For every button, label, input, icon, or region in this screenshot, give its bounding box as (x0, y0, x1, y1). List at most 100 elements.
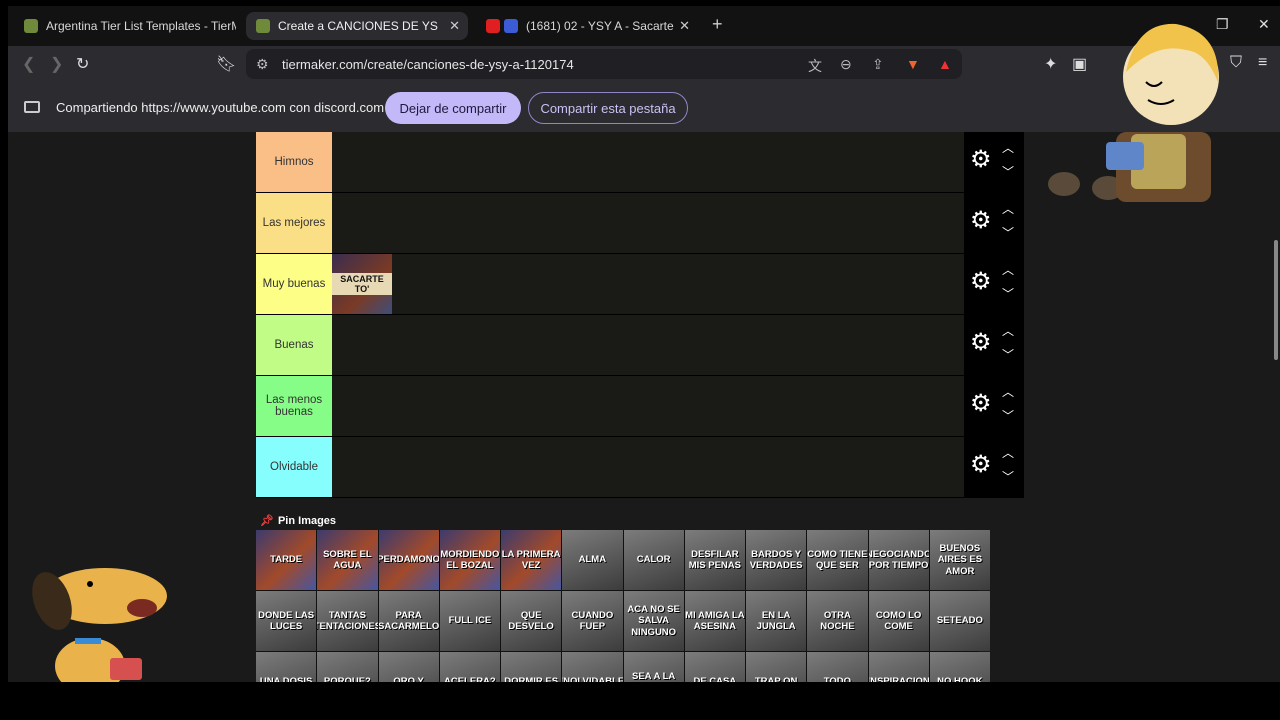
pool-image-card[interactable]: TANTAS TENTACIONES (317, 591, 378, 651)
chevron-down-icon[interactable]: ﹀ (1002, 163, 1014, 180)
pool-image-card[interactable]: MI AMIGA LA ASESINA (684, 591, 745, 651)
chevron-down-icon[interactable]: ﹀ (1002, 285, 1014, 302)
pool-image-card[interactable]: DESFILAR MIS PENAS (684, 530, 745, 590)
tab-create-canciones[interactable]: Create a CANCIONES DE YSY A T ✕ (246, 12, 468, 40)
pool-image-text: ORO Y (393, 676, 424, 682)
pool-image-card[interactable]: ORO Y (378, 652, 439, 682)
translate-icon[interactable]: 文 (808, 56, 822, 76)
gear-icon[interactable]: ⚙ (970, 392, 992, 416)
chevron-up-icon[interactable]: ︿ (1002, 200, 1014, 217)
pool-image-card[interactable]: QUE DESVELO (501, 591, 562, 651)
pool-image-card[interactable]: CALOR (623, 530, 684, 590)
back-icon[interactable]: ❮ (22, 54, 35, 74)
pool-image-card[interactable]: ALMA (562, 530, 623, 590)
pool-image-card[interactable]: UNA DOSIS (256, 652, 317, 682)
pool-image-card[interactable]: DORMIR ES (501, 652, 562, 682)
pool-image-card[interactable]: ACELERA? (439, 652, 500, 682)
vpn-icon[interactable]: ⛉ (1230, 54, 1242, 72)
chevron-up-icon[interactable]: ︿ (1002, 261, 1014, 278)
pool-image-card[interactable]: CUANDO FUEP (562, 591, 623, 651)
menu-icon[interactable]: ≡ (1258, 54, 1267, 72)
pool-image-text: TODO (823, 676, 852, 682)
tier-label[interactable]: Buenas (256, 315, 332, 375)
pool-image-card[interactable]: EN LA JUNGLA (746, 591, 807, 651)
pool-image-text: PERDAMONO (378, 554, 439, 566)
chevron-down-icon[interactable]: ﹀ (1002, 224, 1014, 241)
pool-image-text: LA PRIMERA VEZ (501, 548, 561, 571)
tier-label[interactable]: Himnos (256, 132, 332, 192)
pool-image-card[interactable]: SEA A LA HORA (623, 652, 684, 682)
address-bar[interactable]: ⚙ tiermaker.com/create/canciones-de-ysy-… (246, 49, 962, 79)
chevron-down-icon[interactable]: ﹀ (1002, 346, 1014, 363)
tier-item-image[interactable]: SACARTE TO' (332, 254, 392, 314)
close-tab-icon[interactable]: ✕ (679, 18, 690, 34)
tier-label[interactable]: Olvidable (256, 437, 332, 497)
tier-drop-zone[interactable] (332, 132, 964, 192)
pool-image-card[interactable]: MORDIENDO EL BOZAL (439, 530, 500, 590)
pool-image-card[interactable]: TRAP ON (746, 652, 807, 682)
close-tab-icon[interactable]: ✕ (449, 18, 460, 34)
pool-image-card[interactable]: LA PRIMERA VEZ (501, 530, 562, 590)
share-status-text: Compartiendo https://www.youtube.com con… (56, 100, 385, 115)
pool-image-card[interactable]: SETEADO (929, 591, 990, 651)
chevron-up-icon[interactable]: ︿ (1002, 444, 1014, 461)
gear-icon[interactable]: ⚙ (970, 453, 992, 477)
pool-image-card[interactable]: TODO (807, 652, 868, 682)
pool-image-card[interactable]: ACA NO SE SALVA NINGUNO (623, 591, 684, 651)
brave-shield-icon[interactable]: ▼ (906, 56, 920, 72)
new-tab-icon[interactable]: + (712, 14, 723, 35)
pool-image-card[interactable]: FULL ICE (439, 591, 500, 651)
pool-image-text: SEA A LA HORA (631, 670, 676, 682)
site-info-icon[interactable]: ⚙ (256, 56, 269, 73)
stop-sharing-button[interactable]: Dejar de compartir (385, 92, 521, 124)
tier-label[interactable]: Las mejores (256, 193, 332, 253)
tab-argentina[interactable]: Argentina Tier List Templates - TierM (14, 12, 242, 40)
bookmark-icon[interactable]: 🔖︎ (216, 54, 236, 74)
pool-image-card[interactable]: PERDAMONO (378, 530, 439, 590)
pool-image-card[interactable]: INSPIRACION (868, 652, 929, 682)
forward-icon[interactable]: ❯ (50, 54, 63, 74)
page-scrollbar[interactable] (1274, 240, 1278, 360)
pool-image-card[interactable]: BARDOS Y VERDADES (746, 530, 807, 590)
chevron-down-icon[interactable]: ﹀ (1002, 407, 1014, 424)
tiermaker-favicon-icon (24, 19, 38, 33)
reload-icon[interactable]: ↻ (76, 54, 89, 74)
pool-image-card[interactable]: PARA SACARMELO (378, 591, 439, 651)
pool-image-text: TARDE (270, 554, 303, 566)
tier-drop-zone[interactable] (332, 437, 964, 497)
tier-drop-zone[interactable]: SACARTE TO' (332, 254, 964, 314)
zoom-icon[interactable]: ⊖ (840, 56, 852, 73)
tier-drop-zone[interactable] (332, 315, 964, 375)
gear-icon[interactable]: ⚙ (970, 331, 992, 355)
close-window-icon[interactable]: ✕ (1258, 16, 1270, 33)
pool-image-card[interactable]: PORQUE? (317, 652, 378, 682)
gear-icon[interactable]: ⚙ (970, 270, 992, 294)
tier-drop-zone[interactable] (332, 376, 964, 436)
pool-image-card[interactable]: INOLVIDABLE (562, 652, 623, 682)
share-icon[interactable]: ⇪ (872, 56, 884, 73)
chevron-up-icon[interactable]: ︿ (1002, 322, 1014, 339)
pin-images-toggle[interactable]: 📌︎ Pin Images (260, 514, 336, 527)
tab-title: (1681) 02 - YSY A - Sacarte To (526, 19, 676, 33)
chevron-up-icon[interactable]: ︿ (1002, 383, 1014, 400)
tier-label[interactable]: Las menos buenas (256, 376, 332, 436)
pool-image-card[interactable]: COMO TIENE QUE SER (807, 530, 868, 590)
pool-image-card[interactable]: TARDE (256, 530, 317, 590)
pool-image-card[interactable]: NO HOOK (929, 652, 990, 682)
gear-icon[interactable]: ⚙ (970, 148, 992, 172)
pool-image-card[interactable]: NEGOCIANDO POR TIEMPO (868, 530, 929, 590)
tier-drop-zone[interactable] (332, 193, 964, 253)
pool-image-card[interactable]: BUENOS AIRES ES AMOR (929, 530, 990, 590)
chevron-up-icon[interactable]: ︿ (1002, 139, 1014, 156)
pool-image-card[interactable]: COMO LO COME (868, 591, 929, 651)
share-this-tab-button[interactable]: Compartir esta pestaña (528, 92, 688, 124)
gear-icon[interactable]: ⚙ (970, 209, 992, 233)
pool-image-card[interactable]: DONDE LAS LUCES (256, 591, 317, 651)
chevron-down-icon[interactable]: ﹀ (1002, 468, 1014, 485)
brave-rewards-icon[interactable]: ▲ (938, 56, 952, 72)
pool-image-card[interactable]: DE CASA (684, 652, 745, 682)
tier-label[interactable]: Muy buenas (256, 254, 332, 314)
tab-youtube[interactable]: (1681) 02 - YSY A - Sacarte To ✕ (476, 12, 698, 40)
pool-image-card[interactable]: OTRA NOCHE (807, 591, 868, 651)
pool-image-card[interactable]: SOBRE EL AGUA (317, 530, 378, 590)
